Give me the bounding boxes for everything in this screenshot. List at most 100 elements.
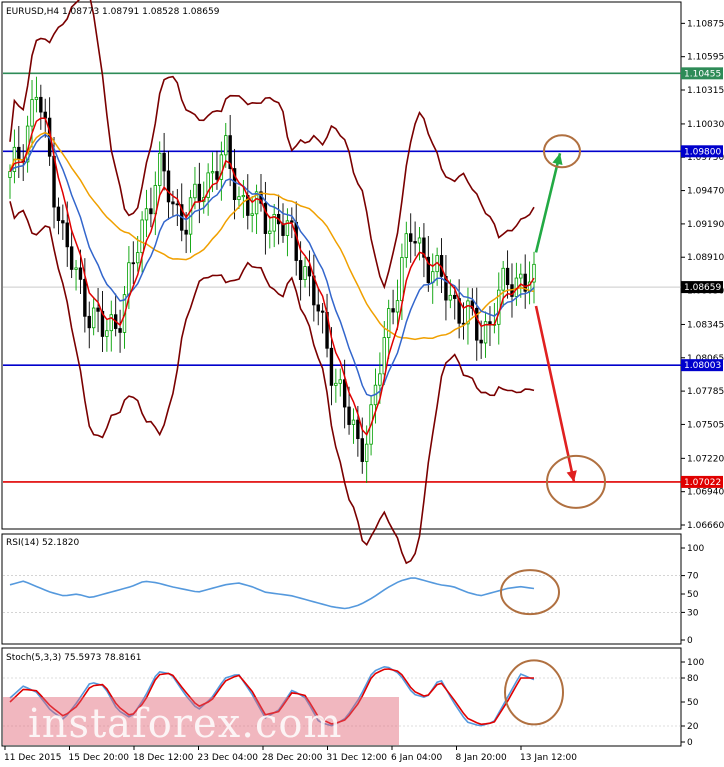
rsi-panel	[1, 533, 682, 645]
candle-body	[364, 443, 369, 462]
candle-body	[342, 379, 347, 408]
y-axis: 1.108751.105951.103151.100301.097501.094…	[681, 19, 724, 748]
candle-body	[356, 419, 360, 440]
y-tick-label: 100	[687, 544, 704, 554]
candle-body	[409, 233, 413, 242]
x-tick-label: 6 Jan 04:00	[391, 753, 443, 763]
candle-body	[347, 406, 351, 425]
y-tick-label: 0	[687, 636, 693, 646]
stoch-panel-title: Stoch(5,3,3) 75.5973 78.8161	[6, 653, 141, 663]
candle-body	[166, 170, 171, 203]
candle-body	[74, 267, 78, 270]
x-tick-label: 11 Dec 2015	[4, 753, 62, 763]
candle-body	[215, 171, 219, 180]
candle-body	[298, 260, 303, 280]
candle-body	[43, 111, 47, 119]
candle-body	[316, 304, 320, 312]
candle-body	[65, 222, 69, 248]
x-tick-label: 28 Dec 20:00	[262, 753, 323, 763]
candle-body	[334, 382, 338, 386]
candle-body	[475, 307, 479, 341]
candle-body	[395, 300, 400, 313]
candle-body	[162, 152, 166, 172]
candle-body	[351, 419, 356, 425]
candle-body	[329, 347, 334, 386]
price-panel-title: EURUSD,H4 1.08773 1.08791 1.08528 1.0865…	[6, 7, 220, 17]
x-tick-label: 23 Dec 04:00	[198, 753, 259, 763]
candle-body	[210, 171, 215, 174]
y-tick-label: 80	[687, 674, 699, 684]
candle-body	[69, 246, 74, 270]
candle-body	[8, 171, 12, 178]
candle-body	[197, 183, 202, 203]
candle-body	[149, 208, 153, 215]
y-tick-label: 20	[687, 722, 699, 732]
y-tick-label: 50	[687, 698, 699, 708]
candle-body	[360, 438, 364, 462]
y-tick-label: 1.10030	[687, 120, 724, 130]
candle-body	[193, 183, 197, 199]
candle-body	[175, 203, 180, 206]
candle-body	[184, 229, 188, 235]
watermark-text: instaforex.com	[28, 701, 342, 747]
candle-body	[400, 257, 404, 302]
candle-body	[224, 135, 228, 156]
y-tick-label: 1.10875	[687, 19, 724, 29]
candle-body	[303, 266, 307, 280]
candle-body	[479, 339, 483, 344]
chart-svg: 1.108751.105951.103151.100301.097501.094…	[1, 0, 724, 763]
candle-body	[39, 96, 43, 113]
y-tick-label: 1.08345	[687, 320, 724, 330]
candle-body	[118, 328, 122, 333]
y-tick-label: 1.06660	[687, 521, 724, 531]
candle-body	[96, 307, 100, 312]
candle-body	[386, 308, 391, 339]
candle-body	[307, 266, 312, 277]
candle-body	[320, 310, 325, 313]
candle-body	[338, 379, 342, 384]
y-tick-label: 1.07785	[687, 387, 724, 397]
x-tick-label: 15 Dec 20:00	[69, 753, 130, 763]
current-price-label: 1.08659	[684, 283, 721, 293]
candle-body	[294, 221, 298, 261]
x-tick-label: 8 Jan 20:00	[456, 753, 508, 763]
y-tick-label: 1.09190	[687, 220, 724, 230]
candle-body	[105, 330, 109, 337]
y-tick-label: 70	[687, 572, 699, 582]
candle-body	[140, 219, 144, 253]
candle-body	[378, 373, 382, 386]
candle-body	[241, 195, 246, 198]
candle-body	[413, 241, 417, 244]
candle-body	[281, 223, 285, 236]
rsi-panel-title: RSI(14) 52.1820	[6, 538, 79, 548]
y-tick-label: 1.06940	[687, 488, 724, 498]
candle-body	[391, 308, 395, 313]
candle-body	[290, 220, 294, 223]
y-tick-label: 1.07220	[687, 454, 724, 464]
x-tick-label: 18 Dec 12:00	[133, 753, 194, 763]
candle-body	[417, 237, 422, 244]
candle-body	[56, 206, 61, 221]
candle-body	[34, 96, 39, 100]
y-tick-label: 1.07505	[687, 420, 724, 430]
y-tick-label: 1.10315	[687, 86, 724, 96]
candle-body	[237, 196, 241, 201]
candle-body	[127, 262, 131, 296]
candle-body	[505, 267, 510, 286]
candle-body	[87, 315, 91, 329]
candle-body	[158, 152, 162, 186]
level-label: 1.10455	[684, 69, 721, 79]
x-tick-label: 13 Jan 12:00	[520, 753, 577, 763]
candle-body	[83, 278, 87, 317]
x-tick-label: 31 Dec 12:00	[327, 753, 388, 763]
candle-body	[17, 146, 21, 160]
candle-body	[144, 208, 149, 221]
level-label: 1.08003	[684, 361, 721, 371]
y-tick-label: 1.08910	[687, 253, 724, 263]
chart-window: 1.10875 1.10595 1.10315 1.10030 1.09750 1.094…	[0, 0, 724, 767]
candle-body	[135, 252, 140, 264]
candle-body	[382, 337, 386, 375]
candle-body	[448, 294, 453, 301]
x-axis: 11 Dec 2015 15 Dec 20:00 18 Dec 12:00 23 De…	[4, 746, 577, 763]
candle-body	[453, 294, 457, 299]
